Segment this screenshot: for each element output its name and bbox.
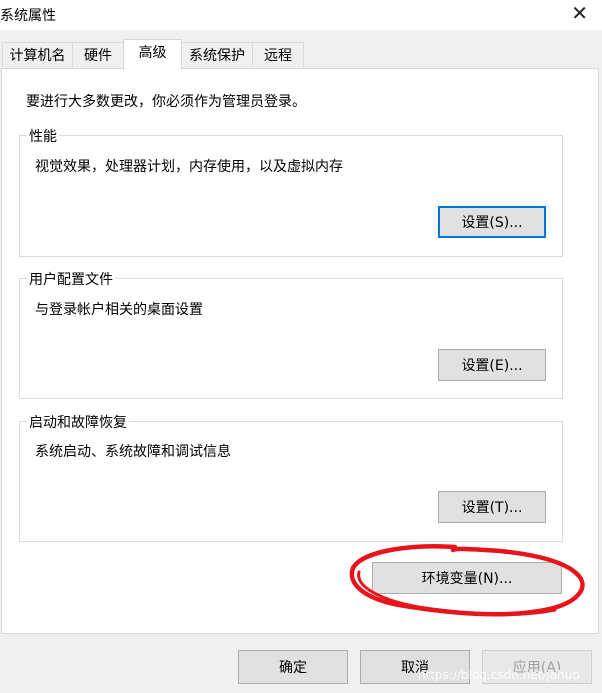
window-title: 系统属性 (0, 8, 56, 24)
apply-button[interactable]: 应用(A) (482, 650, 592, 684)
performance-title: 性能 (27, 126, 59, 146)
admin-notice: 要进行大多数更改，你必须作为管理员登录。 (26, 94, 306, 110)
environment-variables-button[interactable]: 环境变量(N)... (372, 562, 562, 594)
close-icon[interactable]: ✕ (571, 2, 588, 24)
performance-group (19, 135, 563, 257)
ok-button[interactable]: 确定 (238, 650, 348, 684)
user-profiles-settings-button[interactable]: 设置(E)... (438, 349, 546, 381)
startup-recovery-desc: 系统启动、系统故障和调试信息 (35, 444, 231, 460)
user-profiles-desc: 与登录帐户相关的桌面设置 (35, 302, 203, 318)
tab-remote[interactable]: 远程 (252, 42, 304, 67)
tab-advanced[interactable]: 高级 (123, 39, 182, 70)
startup-recovery-group (19, 421, 563, 542)
startup-recovery-settings-button[interactable]: 设置(T)... (438, 491, 546, 523)
cancel-button[interactable]: 取消 (360, 650, 470, 684)
tab-strip: 计算机名 硬件 高级 系统保护 远程 (0, 39, 602, 70)
tab-system-protection[interactable]: 系统保护 (181, 42, 253, 67)
startup-recovery-title: 启动和故障恢复 (27, 412, 129, 432)
tab-computer-name[interactable]: 计算机名 (2, 42, 73, 67)
performance-desc: 视觉效果，处理器计划，内存使用，以及虚拟内存 (35, 159, 343, 175)
performance-settings-button[interactable]: 设置(S)... (438, 206, 546, 238)
title-bar: 系统属性 ✕ (0, 0, 602, 30)
user-profiles-title: 用户配置文件 (27, 269, 115, 289)
tab-hardware[interactable]: 硬件 (72, 42, 124, 67)
